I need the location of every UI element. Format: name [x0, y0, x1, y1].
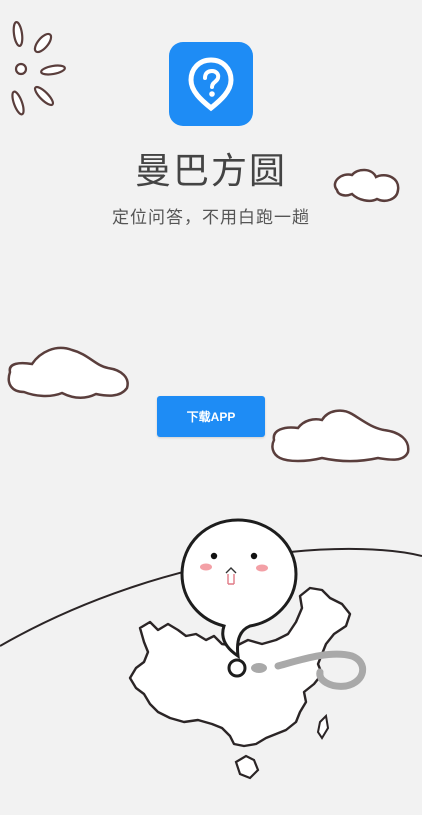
- cloud-doodle: [271, 409, 410, 463]
- hainan-island: [234, 754, 260, 780]
- taiwan-island: [316, 713, 330, 740]
- pin-shadow: [251, 663, 267, 673]
- sun-rays-doodle: [11, 21, 66, 116]
- app-logo: [169, 42, 253, 126]
- download-app-button[interactable]: 下载APP: [157, 396, 265, 437]
- cloud-doodle: [7, 346, 129, 399]
- location-pin-question-icon: [188, 57, 234, 112]
- app-title: 曼巴方圆: [134, 151, 287, 192]
- app-tagline: 定位问答，不用白跑一趟: [112, 208, 310, 228]
